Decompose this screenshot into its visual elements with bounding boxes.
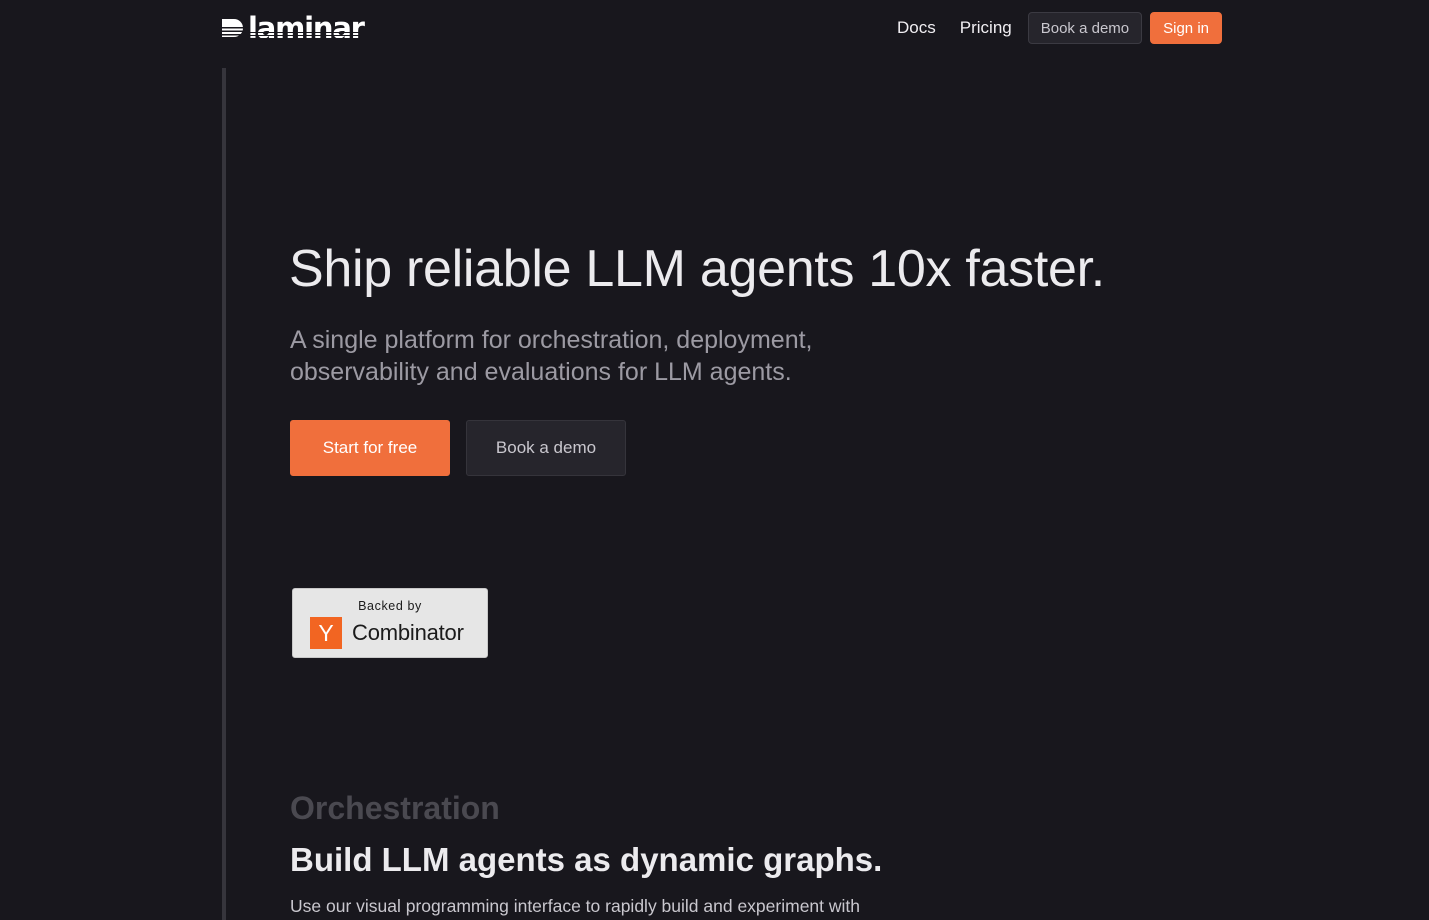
hero-book-demo-button[interactable]: Book a demo [466, 420, 626, 476]
laminar-logo-icon [222, 19, 244, 37]
page: laminar Docs Pricing Book a demo Sign in… [0, 0, 1429, 920]
nav-docs-link[interactable]: Docs [889, 12, 944, 44]
yc-backed-badge[interactable]: Backed by Y Combinator [292, 588, 488, 658]
sign-in-button[interactable]: Sign in [1150, 12, 1222, 44]
hero-title: Ship reliable LLM agents 10x faster. [289, 240, 1105, 298]
y-combinator-logo-icon: Y [310, 617, 342, 649]
vertical-guide-line [222, 68, 226, 920]
nav-book-demo-button[interactable]: Book a demo [1027, 12, 1143, 44]
nav-pricing-link[interactable]: Pricing [952, 12, 1020, 44]
section-kicker-orchestration: Orchestration [290, 790, 500, 826]
hero-subtitle: A single platform for orchestration, dep… [290, 326, 813, 386]
top-nav-bar: laminar Docs Pricing Book a demo Sign in [222, 12, 1222, 44]
start-for-free-button[interactable]: Start for free [290, 420, 450, 476]
nav-links: Docs Pricing Book a demo Sign in [889, 12, 1222, 44]
logo-wordmark: laminar [248, 10, 365, 45]
hero-cta-row: Start for free Book a demo [290, 420, 626, 476]
yc-backed-by-text: Backed by [358, 599, 422, 613]
yc-combinator-text: Combinator [352, 620, 464, 645]
section-title: Build LLM agents as dynamic graphs. [290, 841, 883, 878]
section-body-text: Use our visual programming interface to … [290, 896, 860, 916]
laminar-logo[interactable]: laminar [222, 10, 365, 45]
